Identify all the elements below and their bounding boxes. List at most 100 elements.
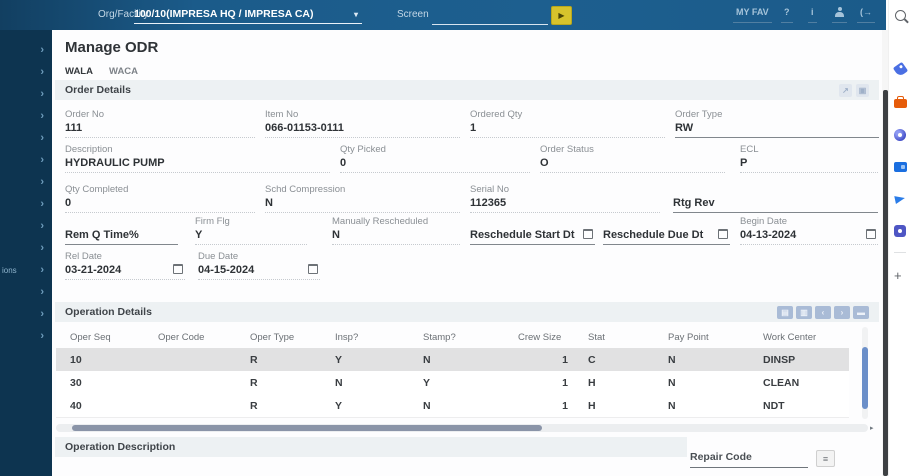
scrollbar-thumb[interactable]: [72, 425, 542, 431]
field-order-status[interactable]: Order Status O: [540, 143, 725, 173]
table-vertical-scrollbar[interactable]: [862, 327, 868, 419]
sidebar-item[interactable]: ›: [0, 86, 52, 102]
calendar-icon[interactable]: [583, 229, 593, 239]
toolbox-icon-glyph: [893, 96, 907, 108]
scrollbar-thumb[interactable]: [862, 347, 868, 409]
sidebar-item-ions[interactable]: ions ›: [0, 262, 52, 278]
field-reschedule-start-dt[interactable]: Reschedule Start Dt: [470, 215, 595, 245]
tag-icon[interactable]: [892, 61, 908, 77]
field-label: ECL: [740, 144, 759, 155]
my-fav-button[interactable]: MY FAV: [733, 7, 772, 23]
field-firm-flg[interactable]: Firm Flg Y: [195, 215, 307, 245]
field-item-no[interactable]: Item No 066-01153-0111: [265, 108, 460, 138]
screen-input[interactable]: [432, 7, 548, 25]
column-header-stamp[interactable]: Stamp?: [409, 332, 504, 343]
field-qty-completed[interactable]: Qty Completed 0: [65, 183, 255, 213]
calendar-icon[interactable]: [718, 229, 728, 239]
sidebar-item[interactable]: ›: [0, 284, 52, 300]
run-button[interactable]: ▶: [551, 6, 572, 25]
chevron-right-icon: ›: [40, 44, 44, 56]
scrollbar-thumb[interactable]: [882, 90, 888, 476]
sidebar-item[interactable]: ›: [0, 108, 52, 124]
field-serial-no[interactable]: Serial No 112365: [470, 183, 660, 213]
field-manually-rescheduled[interactable]: Manually Rescheduled N: [332, 215, 460, 245]
column-header-oper-type[interactable]: Oper Type: [236, 332, 321, 343]
operation-description-header: Operation Description: [55, 437, 687, 457]
field-due-date[interactable]: Due Date 04-15-2024: [198, 250, 320, 280]
table-row[interactable]: 10 R Y N 1 C N DINSP: [56, 348, 849, 372]
sidebar-item[interactable]: ›: [0, 64, 52, 80]
info-icon: i: [811, 7, 814, 17]
search-icon[interactable]: [893, 8, 907, 22]
help-button[interactable]: ?: [781, 7, 793, 23]
scroll-right-arrow[interactable]: ▸: [870, 424, 874, 432]
column-header-work-center[interactable]: Work Center: [749, 332, 849, 343]
page-next-button[interactable]: ›: [834, 305, 850, 319]
wallet-icon[interactable]: [893, 160, 907, 174]
sidebar-item[interactable]: ›: [0, 152, 52, 168]
more-button[interactable]: ▬: [853, 305, 869, 319]
repair-code-field[interactable]: Repair Code: [690, 446, 808, 468]
field-order-no[interactable]: Order No 111: [65, 108, 255, 138]
orbit-icon[interactable]: [893, 128, 907, 142]
tag-icon-glyph: [892, 61, 908, 77]
field-label: Description: [65, 144, 113, 155]
field-qty-picked[interactable]: Qty Picked 0: [340, 143, 530, 173]
calendar-icon[interactable]: [866, 229, 876, 239]
field-begin-date[interactable]: Begin Date 04-13-2024: [740, 215, 878, 245]
field-rel-date[interactable]: Rel Date 03-21-2024: [65, 250, 185, 280]
field-ecl[interactable]: ECL P: [740, 143, 878, 173]
sidebar-item[interactable]: ›: [0, 240, 52, 256]
repair-code-lookup-button[interactable]: ≡: [816, 450, 835, 467]
sidebar-item[interactable]: ›: [0, 130, 52, 146]
column-header-oper-code[interactable]: Oper Code: [144, 332, 236, 343]
sidebar-item[interactable]: ›: [0, 218, 52, 234]
table-row[interactable]: 40 R Y N 1 H N NDT: [56, 394, 849, 418]
teams-icon[interactable]: [893, 224, 907, 238]
chevron-down-icon: ▾: [353, 9, 358, 19]
info-button[interactable]: i: [808, 7, 817, 23]
table-row[interactable]: 30 R N Y 1 H N CLEAN: [56, 371, 849, 395]
delete-row-button[interactable]: ▥: [796, 305, 812, 319]
calendar-icon[interactable]: [173, 264, 183, 274]
field-order-type[interactable]: Order Type RW: [675, 108, 879, 138]
chevron-right-icon: ›: [40, 264, 44, 276]
cell-stamp: N: [423, 353, 431, 366]
page-prev-button[interactable]: ‹: [815, 305, 831, 319]
operation-details-header: Operation Details ▤ ▥ ‹ › ▬: [55, 302, 879, 322]
cell-pay-point: N: [668, 376, 676, 389]
send-icon[interactable]: [893, 192, 907, 206]
field-label: Rem Q Time%: [65, 229, 139, 241]
sidebar-item[interactable]: ›: [0, 42, 52, 58]
toolbox-icon[interactable]: [893, 95, 907, 109]
column-header-crew-size[interactable]: Crew Size: [504, 332, 574, 343]
column-header-pay-point[interactable]: Pay Point: [654, 332, 749, 343]
add-row-button[interactable]: ▤: [777, 305, 793, 319]
screen-label: Screen: [397, 9, 429, 20]
expand-button[interactable]: ↗: [839, 83, 852, 97]
field-reschedule-due-dt[interactable]: Reschedule Due Dt: [603, 215, 730, 245]
org-facility-value: 100/10(IMPRESA HQ / IMPRESA CA): [134, 8, 314, 20]
column-header-stat[interactable]: Stat: [574, 332, 654, 343]
sidebar-item[interactable]: ›: [0, 328, 52, 344]
field-schd-compression[interactable]: Schd Compression N: [265, 183, 460, 213]
field-rem-q-time[interactable]: Rem Q Time%: [65, 215, 178, 245]
calendar-icon[interactable]: [308, 264, 318, 274]
field-rtg-rev[interactable]: Rtg Rev: [673, 183, 878, 213]
table-horizontal-scrollbar[interactable]: [56, 424, 868, 432]
sidebar-item[interactable]: ›: [0, 306, 52, 322]
sidebar-item[interactable]: ›: [0, 174, 52, 190]
field-ordered-qty[interactable]: Ordered Qty 1: [470, 108, 665, 138]
logout-button[interactable]: (→: [857, 7, 875, 23]
field-value: 112365: [470, 197, 507, 209]
add-icon[interactable]: +: [894, 268, 902, 283]
column-header-insp[interactable]: Insp?: [321, 332, 409, 343]
org-facility-dropdown[interactable]: 100/10(IMPRESA HQ / IMPRESA CA) ▾: [134, 5, 362, 24]
user-button[interactable]: [832, 7, 847, 23]
sidebar-item[interactable]: ›: [0, 196, 52, 212]
field-description[interactable]: Description HYDRAULIC PUMP: [65, 143, 330, 173]
chevron-right-icon: ›: [40, 154, 44, 166]
browser-side-rail: +: [888, 0, 910, 476]
column-header-oper-seq[interactable]: Oper Seq: [56, 332, 144, 343]
grid-view-button[interactable]: ▣: [856, 83, 869, 97]
